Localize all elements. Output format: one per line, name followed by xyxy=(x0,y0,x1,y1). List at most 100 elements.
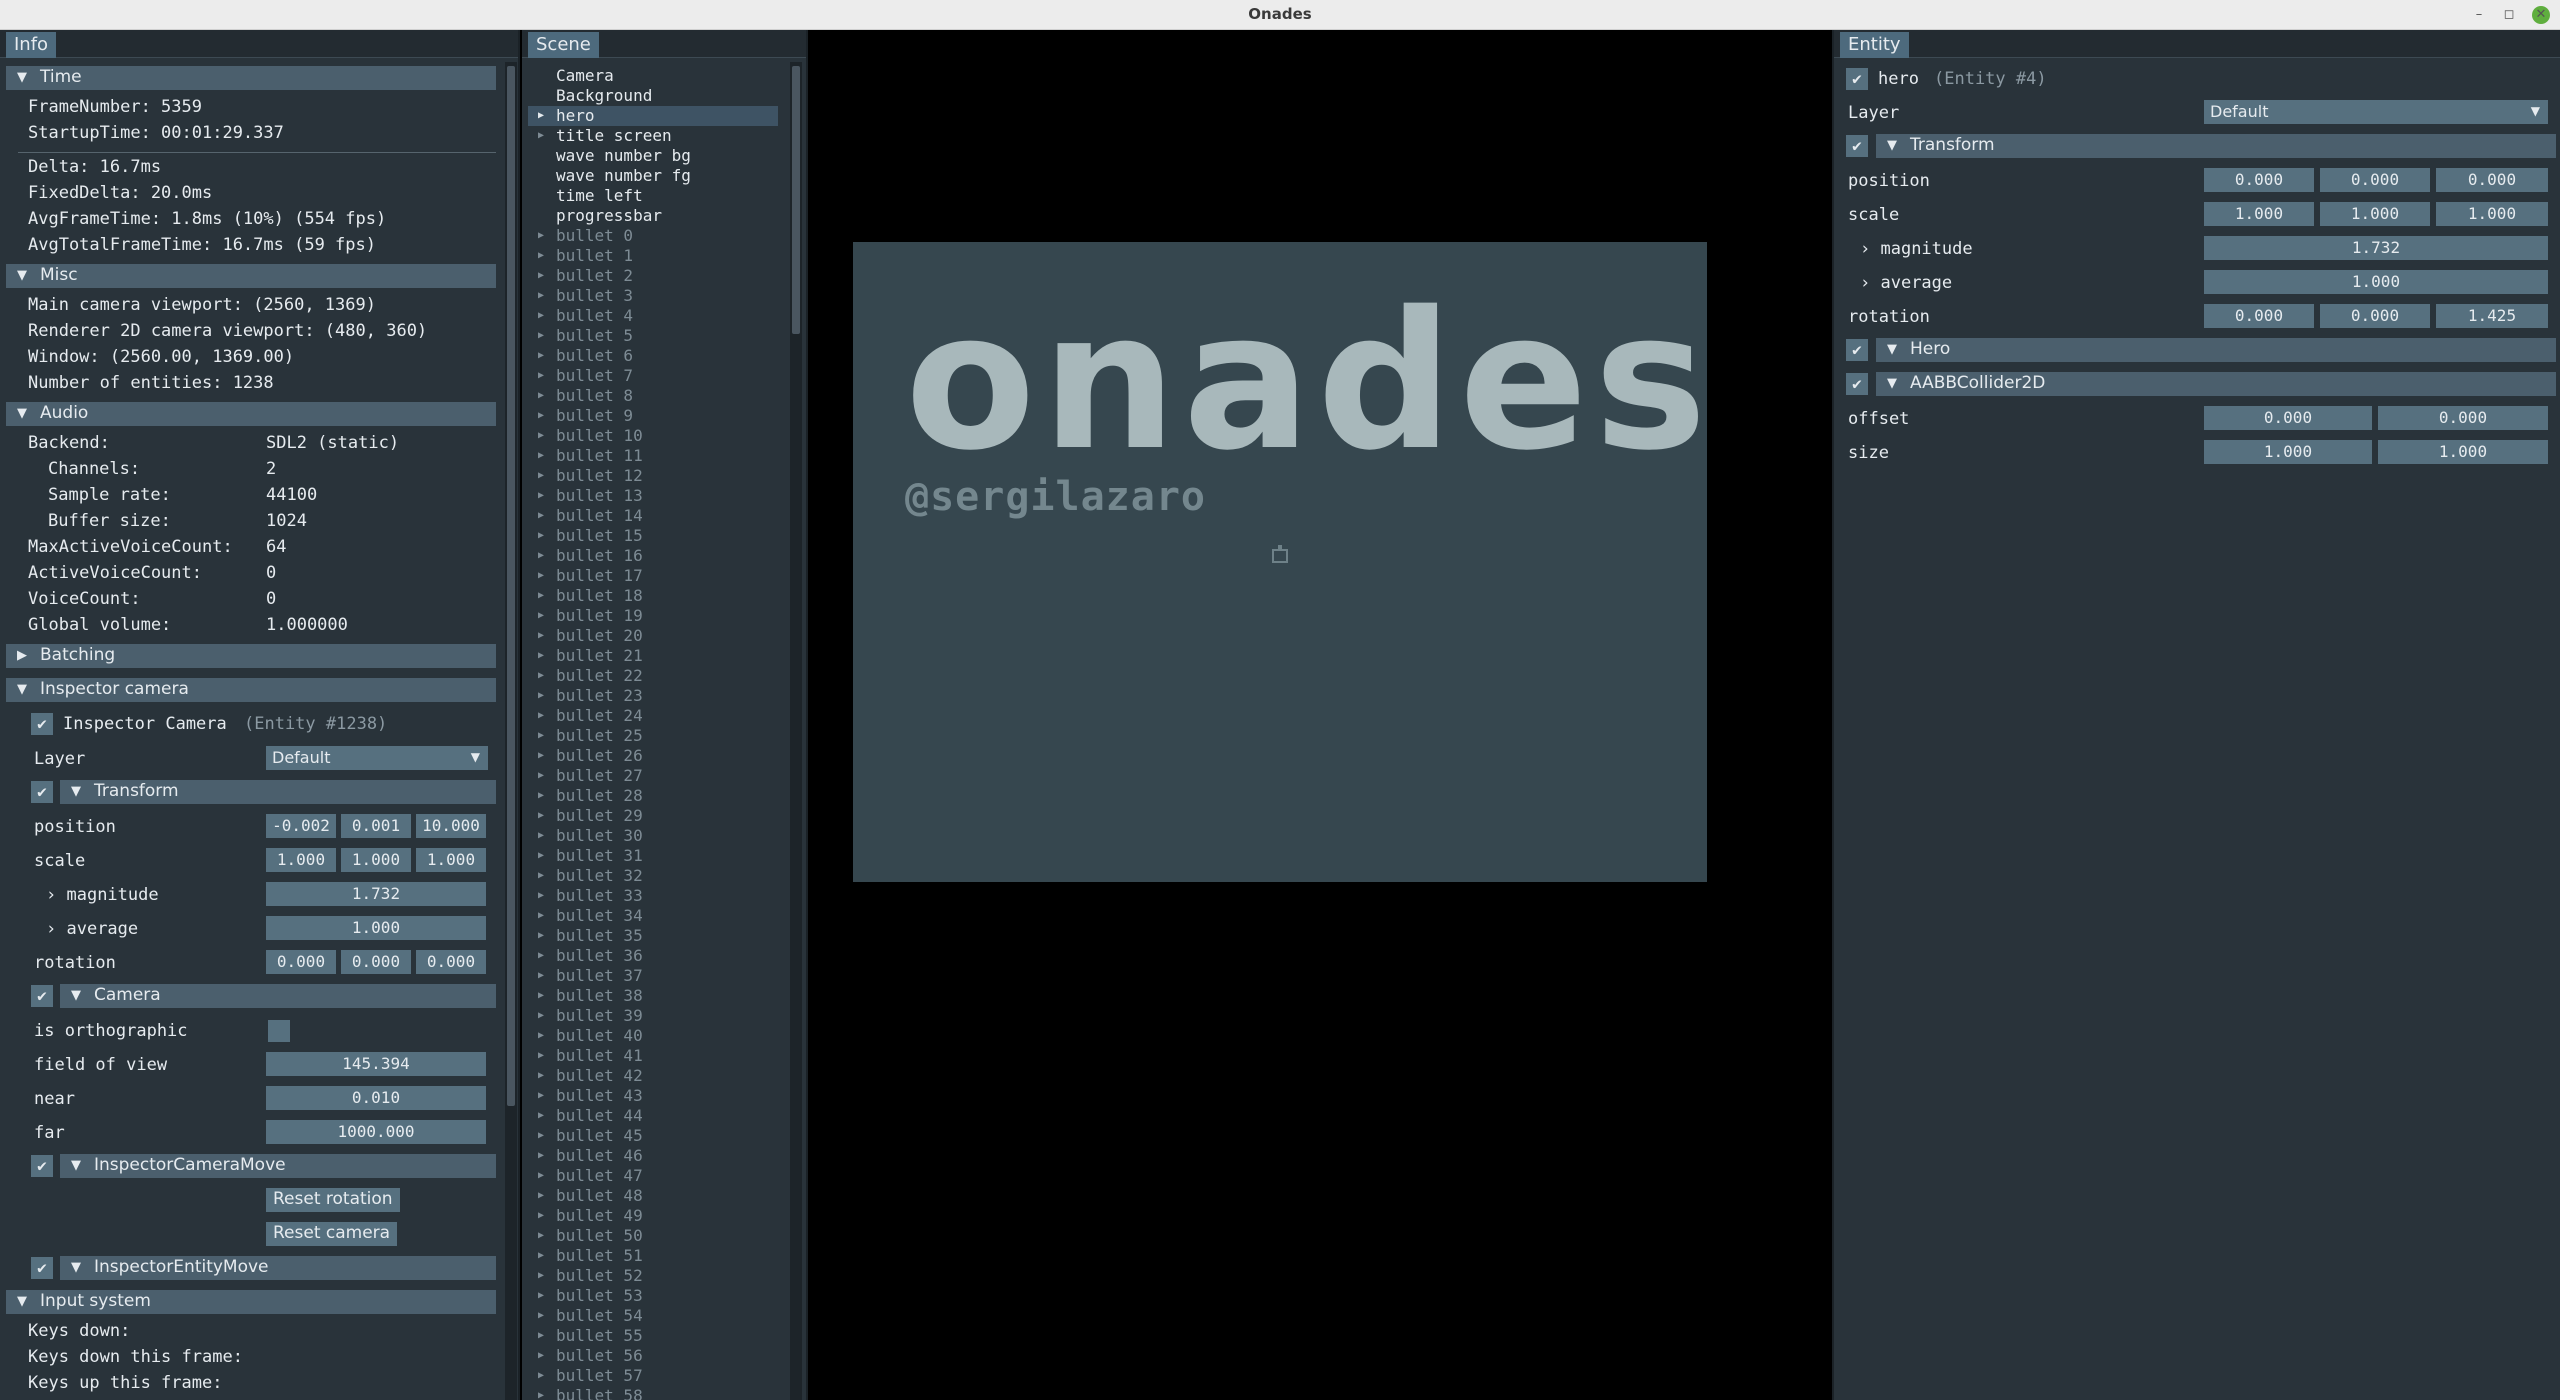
scene-item[interactable]: Background xyxy=(528,86,778,106)
scene-item[interactable]: time left xyxy=(528,186,778,206)
expand-icon[interactable]: ▶ xyxy=(538,1026,544,1046)
scene-item[interactable]: ▶ bullet 25 xyxy=(528,726,778,746)
inspector-rotation-x[interactable]: 0.000 xyxy=(266,950,336,974)
entity-transform-checkbox[interactable]: ✔ xyxy=(1846,135,1868,157)
scene-item[interactable]: ▶ bullet 21 xyxy=(528,646,778,666)
expand-icon[interactable]: ▶ xyxy=(538,1046,544,1066)
scene-item[interactable]: ▶ bullet 23 xyxy=(528,686,778,706)
scene-item[interactable]: ▶ bullet 9 xyxy=(528,406,778,426)
scene-item[interactable]: ▶ bullet 50 xyxy=(528,1226,778,1246)
scene-item[interactable]: ▶ bullet 26 xyxy=(528,746,778,766)
scene-item[interactable]: ▶ bullet 49 xyxy=(528,1206,778,1226)
scene-item[interactable]: ▶ bullet 56 xyxy=(528,1346,778,1366)
entity-rotation-y[interactable]: 0.000 xyxy=(2320,304,2430,328)
camera-move-header[interactable]: ▼ InspectorCameraMove xyxy=(60,1154,496,1178)
expand-icon[interactable]: ▶ xyxy=(538,946,544,966)
camera-move-checkbox[interactable]: ✔ xyxy=(31,1155,53,1177)
inspector-camera-component-header[interactable]: ▼ Camera xyxy=(60,984,496,1008)
expand-icon[interactable]: ▶ xyxy=(538,106,544,126)
expand-icon[interactable]: ▶ xyxy=(538,346,544,366)
scene-item[interactable]: Camera xyxy=(528,66,778,86)
entity-move-checkbox[interactable]: ✔ xyxy=(31,1257,53,1279)
scene-scrollbar[interactable] xyxy=(790,62,802,1400)
scene-item[interactable]: ▶ bullet 41 xyxy=(528,1046,778,1066)
reset-rotation-button[interactable]: Reset rotation xyxy=(266,1188,400,1212)
scene-item[interactable]: ▶ bullet 42 xyxy=(528,1066,778,1086)
scene-item[interactable]: ▶ bullet 54 xyxy=(528,1306,778,1326)
tab-info[interactable]: Info xyxy=(6,32,57,58)
scene-item[interactable]: ▶ bullet 30 xyxy=(528,826,778,846)
misc-header[interactable]: ▼ Misc xyxy=(6,264,496,288)
expand-icon[interactable]: ▶ xyxy=(538,766,544,786)
scene-item[interactable]: wave number fg xyxy=(528,166,778,186)
expand-icon[interactable]: ▶ xyxy=(538,986,544,1006)
fov-field[interactable]: 145.394 xyxy=(266,1052,486,1076)
collider-offset-y[interactable]: 0.000 xyxy=(2378,406,2548,430)
inspector-magnitude[interactable]: 1.732 xyxy=(266,882,486,906)
tab-entity[interactable]: Entity xyxy=(1840,32,1909,58)
expand-icon[interactable]: ▶ xyxy=(538,1226,544,1246)
collider-component-header[interactable]: ▼ AABBCollider2D xyxy=(1876,372,2556,396)
inspector-position-y[interactable]: 0.001 xyxy=(341,814,411,838)
entity-scale-z[interactable]: 1.000 xyxy=(2436,202,2548,226)
expand-icon[interactable]: ▶ xyxy=(538,1066,544,1086)
expand-icon[interactable]: ▶ xyxy=(538,706,544,726)
expand-icon[interactable]: ▶ xyxy=(538,546,544,566)
scene-item[interactable]: ▶ bullet 18 xyxy=(528,586,778,606)
scene-item[interactable]: ▶ bullet 27 xyxy=(528,766,778,786)
scene-item[interactable]: ▶ bullet 6 xyxy=(528,346,778,366)
collider-size-y[interactable]: 1.000 xyxy=(2378,440,2548,464)
far-field[interactable]: 1000.000 xyxy=(266,1120,486,1144)
entity-layer-dropdown[interactable]: Default ▼ xyxy=(2204,100,2548,124)
scene-item[interactable]: ▶ hero xyxy=(528,106,778,126)
scene-item[interactable]: wave number bg xyxy=(528,146,778,166)
expand-icon[interactable]: ▶ xyxy=(538,386,544,406)
scene-item[interactable]: ▶ bullet 46 xyxy=(528,1146,778,1166)
scene-item[interactable]: ▶ bullet 17 xyxy=(528,566,778,586)
expand-icon[interactable]: ▶ xyxy=(538,246,544,266)
expand-icon[interactable]: ▶ xyxy=(538,366,544,386)
entity-position-y[interactable]: 0.000 xyxy=(2320,168,2430,192)
expand-icon[interactable]: ▶ xyxy=(538,226,544,246)
expand-icon[interactable]: ▶ xyxy=(538,446,544,466)
scene-item[interactable]: ▶ bullet 29 xyxy=(528,806,778,826)
expand-icon[interactable]: ▶ xyxy=(538,726,544,746)
scene-item[interactable]: ▶ bullet 0 xyxy=(528,226,778,246)
scene-item[interactable]: ▶ bullet 31 xyxy=(528,846,778,866)
expand-icon[interactable]: ▶ xyxy=(538,406,544,426)
expand-icon[interactable]: ▶ xyxy=(538,526,544,546)
inspector-scale-y[interactable]: 1.000 xyxy=(341,848,411,872)
entity-rotation-x[interactable]: 0.000 xyxy=(2204,304,2314,328)
expand-icon[interactable]: ▶ xyxy=(538,1366,544,1386)
scene-item[interactable]: ▶ bullet 5 xyxy=(528,326,778,346)
scene-item[interactable]: ▶ bullet 11 xyxy=(528,446,778,466)
info-scrollbar-thumb[interactable] xyxy=(507,66,515,1106)
entity-move-header[interactable]: ▼ InspectorEntityMove xyxy=(60,1256,496,1280)
expand-icon[interactable]: ▶ xyxy=(538,486,544,506)
inspector-magnitude-row[interactable]: › magnitude xyxy=(46,884,159,906)
scene-item[interactable]: ▶ bullet 33 xyxy=(528,886,778,906)
scene-item[interactable]: ▶ bullet 7 xyxy=(528,366,778,386)
scene-item[interactable]: ▶ bullet 45 xyxy=(528,1126,778,1146)
scene-item[interactable]: ▶ bullet 39 xyxy=(528,1006,778,1026)
scene-item[interactable]: ▶ bullet 35 xyxy=(528,926,778,946)
scene-item[interactable]: ▶ bullet 12 xyxy=(528,466,778,486)
scene-item[interactable]: ▶ bullet 40 xyxy=(528,1026,778,1046)
expand-icon[interactable]: ▶ xyxy=(538,626,544,646)
maximize-button[interactable]: ◻ xyxy=(2500,6,2518,24)
scene-item[interactable]: ▶ bullet 4 xyxy=(528,306,778,326)
inspector-scale-z[interactable]: 1.000 xyxy=(416,848,486,872)
scene-item[interactable]: ▶ bullet 2 xyxy=(528,266,778,286)
expand-icon[interactable]: ▶ xyxy=(538,866,544,886)
entity-scale-y[interactable]: 1.000 xyxy=(2320,202,2430,226)
scene-item[interactable]: ▶ bullet 19 xyxy=(528,606,778,626)
scene-item[interactable]: ▶ bullet 20 xyxy=(528,626,778,646)
scene-item[interactable]: ▶ bullet 15 xyxy=(528,526,778,546)
info-scrollbar[interactable] xyxy=(505,62,517,1400)
ortho-checkbox[interactable] xyxy=(268,1020,290,1042)
scene-item[interactable]: ▶ bullet 14 xyxy=(528,506,778,526)
input-system-header[interactable]: ▼ Input system xyxy=(6,1290,496,1314)
inspector-layer-dropdown[interactable]: Default ▼ xyxy=(266,746,488,770)
collider-size-x[interactable]: 1.000 xyxy=(2204,440,2372,464)
scene-item[interactable]: ▶ bullet 34 xyxy=(528,906,778,926)
